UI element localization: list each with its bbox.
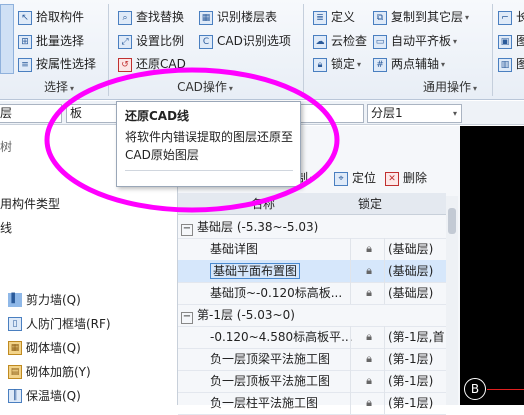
highlight-ellipse: [44, 67, 340, 213]
highlight-circle: [44, 67, 340, 213]
